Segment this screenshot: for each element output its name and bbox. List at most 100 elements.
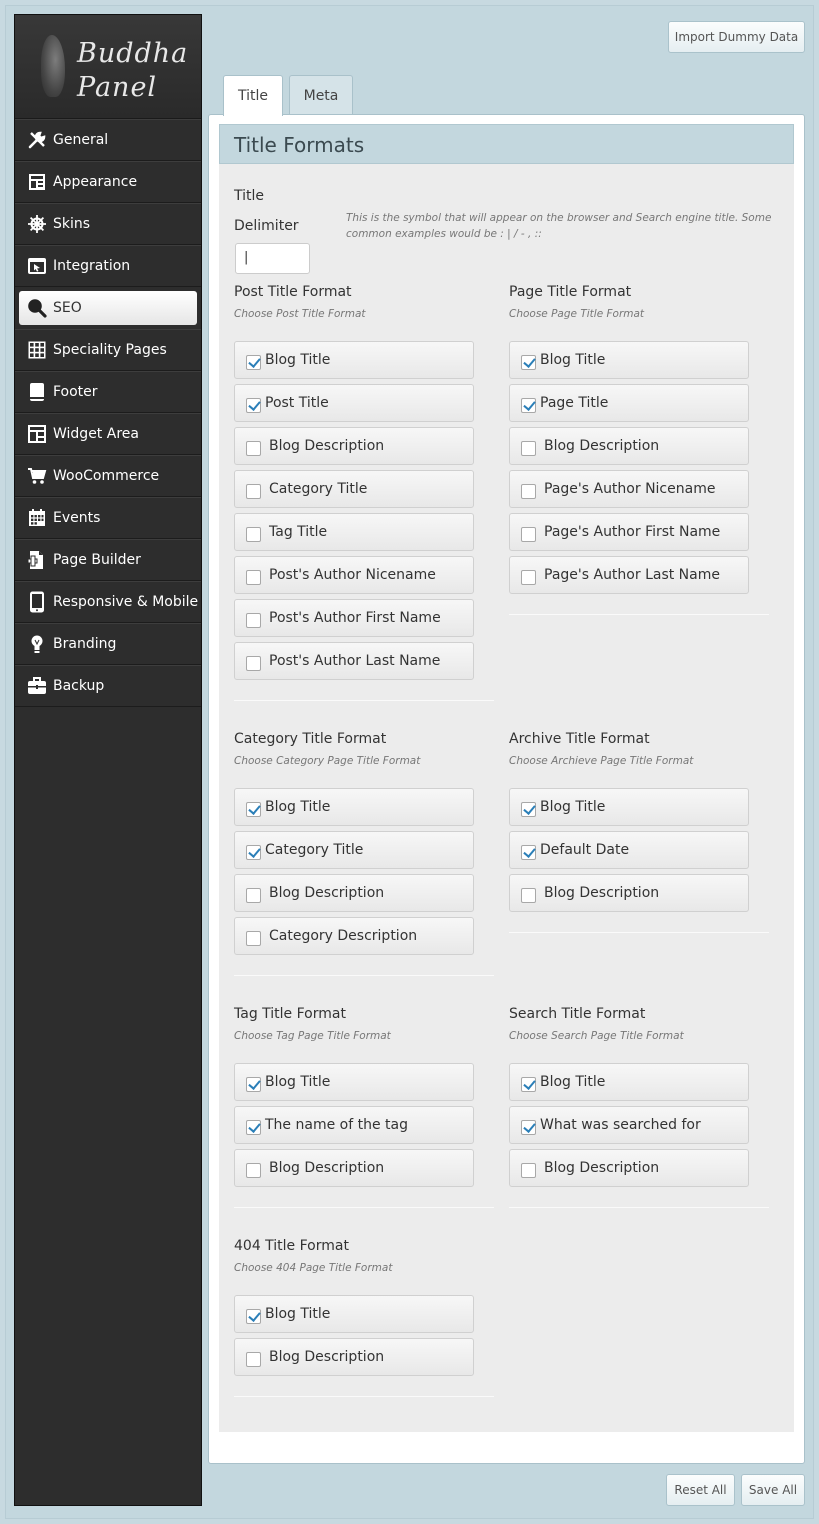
post-option[interactable]: Post Title [234,384,474,422]
post-option[interactable]: Post's Author Nicename [234,556,474,594]
notfound-option[interactable]: Blog Description [234,1338,474,1376]
tag-option[interactable]: The name of the tag [234,1106,474,1144]
page-option[interactable]: Page Title [509,384,749,422]
sidebar-item-responsive-mobile[interactable]: Responsive & Mobile [15,581,201,623]
tag-option[interactable]: Blog Title [234,1063,474,1101]
checkbox[interactable] [246,655,261,671]
checkbox[interactable] [521,397,536,413]
checkbox[interactable] [521,483,536,499]
sidebar-item-label: Speciality Pages [53,342,167,358]
checkbox[interactable] [521,887,536,903]
archive-option[interactable]: Blog Title [509,788,749,826]
sidebar-item-branding[interactable]: Branding [15,623,201,665]
checkbox[interactable] [521,1119,536,1135]
search-option[interactable]: Blog Description [509,1149,749,1187]
sidebar-item-label: Widget Area [53,426,139,442]
reset-all-button[interactable]: Reset All [666,1474,735,1506]
post-option[interactable]: Post's Author Last Name [234,642,474,680]
tab-title[interactable]: Title [223,75,283,116]
sidebar-item-label: WooCommerce [53,468,160,484]
sidebar-item-seo[interactable]: SEO [15,287,201,329]
option-label: Blog Title [265,799,331,815]
checkbox[interactable] [246,612,261,628]
checkbox[interactable] [521,844,536,860]
archive-option[interactable]: Blog Description [509,874,749,912]
sidebar-item-speciality-pages[interactable]: Speciality Pages [15,329,201,371]
sidebar-item-widget-area[interactable]: Widget Area [15,413,201,455]
sidebar-item-backup[interactable]: Backup [15,665,201,707]
checkbox[interactable] [246,887,261,903]
checkbox[interactable] [246,930,261,946]
logo-line-1: Buddha [77,38,189,69]
search-icon [27,298,47,318]
checkbox[interactable] [246,1162,261,1178]
sidebar-item-label: Branding [53,636,117,652]
sidebar-item-label: Page Builder [53,552,141,568]
checkbox[interactable] [521,1162,536,1178]
sidebar-item-appearance[interactable]: Appearance [15,161,201,203]
page-option[interactable]: Page's Author Last Name [509,556,749,594]
checkbox[interactable] [521,801,536,817]
checkbox[interactable] [521,526,536,542]
checkbox[interactable] [246,526,261,542]
wrench-icon [27,130,47,150]
sidebar-item-skins[interactable]: Skins [15,203,201,245]
checkbox[interactable] [246,801,261,817]
checkbox[interactable] [246,1119,261,1135]
category-option[interactable]: Category Title [234,831,474,869]
post-option[interactable]: Tag Title [234,513,474,551]
category-option[interactable]: Blog Title [234,788,474,826]
tag-option[interactable]: Blog Description [234,1149,474,1187]
checkbox[interactable] [521,440,536,456]
checkbox[interactable] [246,397,261,413]
checkbox[interactable] [246,1308,261,1324]
sidebar-item-general[interactable]: General [15,119,201,161]
checkbox[interactable] [246,440,261,456]
sidebar-item-events[interactable]: Events [15,497,201,539]
page-option[interactable]: Page's Author First Name [509,513,749,551]
checkbox[interactable] [521,569,536,585]
delimiter-label-line1: Title [234,188,265,204]
integration-icon [27,256,47,276]
category-option[interactable]: Category Description [234,917,474,955]
checkbox[interactable] [246,483,261,499]
post-option[interactable]: Category Title [234,470,474,508]
helm-icon [27,214,47,234]
delimiter-label-line2: Delimiter [234,218,299,234]
post-format-title: Post Title Format [234,284,352,300]
checkbox[interactable] [521,354,536,370]
page-option[interactable]: Page's Author Nicename [509,470,749,508]
save-all-button[interactable]: Save All [741,1474,805,1506]
option-label: What was searched for [540,1117,701,1133]
search-option[interactable]: Blog Title [509,1063,749,1101]
search-format-title: Search Title Format [509,1006,646,1022]
checkbox[interactable] [246,844,261,860]
section-title: Title Formats [234,133,365,157]
import-dummy-data-button[interactable]: Import Dummy Data [668,21,805,53]
sidebar-item-footer[interactable]: Footer [15,371,201,413]
delimiter-input[interactable]: | [235,243,310,274]
search-option[interactable]: What was searched for [509,1106,749,1144]
checkbox[interactable] [521,1076,536,1092]
checkbox[interactable] [246,1076,261,1092]
tab-meta[interactable]: Meta [289,75,353,115]
option-label: Tag Title [269,524,328,540]
sidebar-item-page-builder[interactable]: Page Builder [15,539,201,581]
page-option[interactable]: Blog Description [509,427,749,465]
sidebar-item-integration[interactable]: Integration [15,245,201,287]
buddha-head-icon [41,35,65,97]
post-option[interactable]: Post's Author First Name [234,599,474,637]
post-option[interactable]: Blog Description [234,427,474,465]
checkbox[interactable] [246,569,261,585]
page-option[interactable]: Blog Title [509,341,749,379]
post-option[interactable]: Blog Title [234,341,474,379]
archive-option[interactable]: Default Date [509,831,749,869]
checkbox[interactable] [246,1351,261,1367]
category-option[interactable]: Blog Description [234,874,474,912]
option-label: Post's Author Nicename [269,567,436,583]
notfound-option[interactable]: Blog Title [234,1295,474,1333]
checkbox[interactable] [246,354,261,370]
option-label: Blog Title [540,352,606,368]
logo-line-2: Panel [77,72,158,103]
sidebar-item-woocommerce[interactable]: WooCommerce [15,455,201,497]
